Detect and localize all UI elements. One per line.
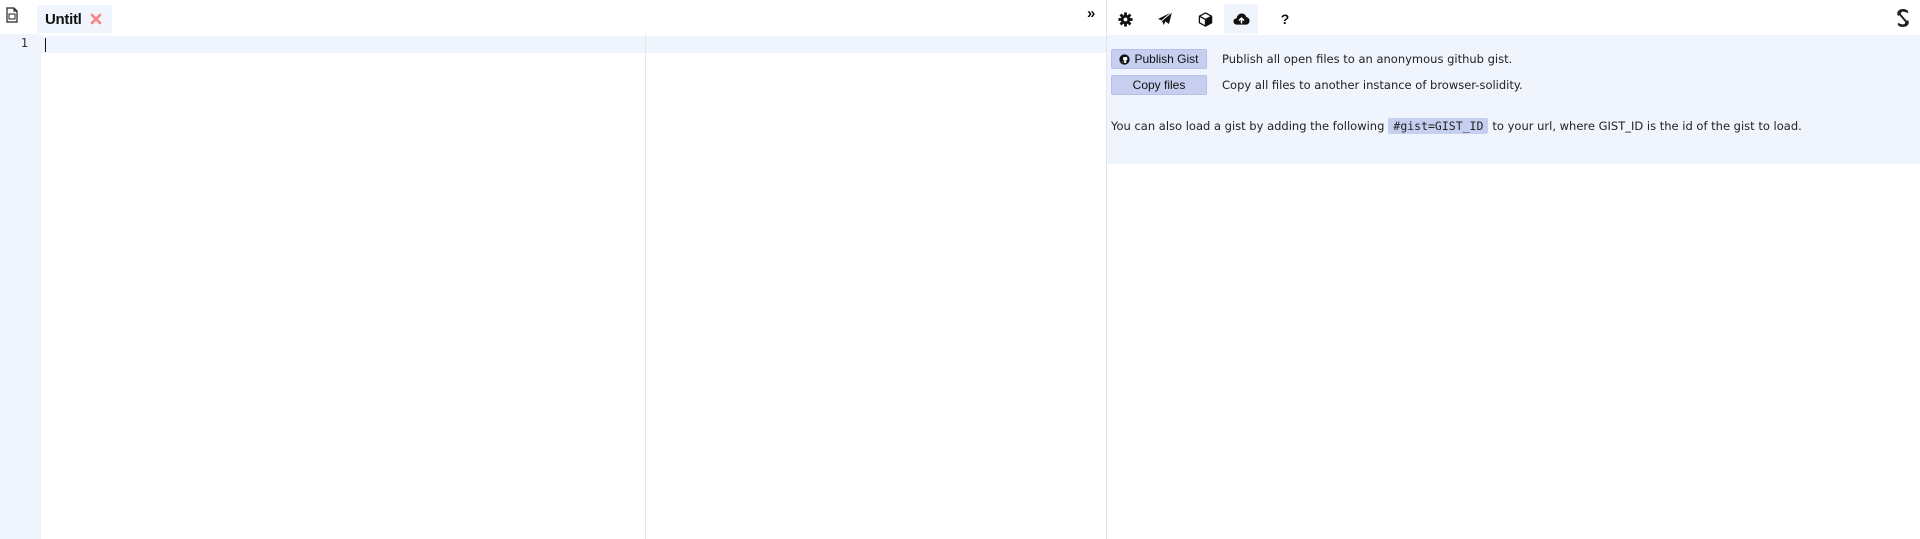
- cube-icon: [1198, 11, 1212, 27]
- publish-gist-row: Publish Gist Publish all open files to a…: [1111, 49, 1512, 69]
- close-icon[interactable]: [90, 13, 102, 25]
- copy-files-row: Copy files Copy all files to another ins…: [1111, 75, 1523, 95]
- copy-files-label: Copy files: [1132, 78, 1186, 92]
- question-icon: ?: [1280, 11, 1290, 27]
- cloud-upload-icon: [1232, 13, 1250, 25]
- file-tab-name: Untitl: [45, 10, 82, 28]
- run-tab[interactable]: [1148, 4, 1182, 34]
- collapse-panel-button[interactable]: »: [1087, 6, 1095, 22]
- text-cursor: [45, 38, 46, 52]
- file-document-icon[interactable]: [5, 7, 19, 23]
- active-line-highlight: [41, 36, 1106, 53]
- line-number: 1: [20, 36, 28, 50]
- copy-files-button[interactable]: Copy files: [1111, 75, 1207, 95]
- gist-info-prefix: You can also load a gist by adding the f…: [1111, 119, 1385, 133]
- line-gutter: [0, 34, 41, 539]
- gear-icon: [1117, 11, 1133, 27]
- file-tab[interactable]: Untitl: [37, 5, 112, 33]
- paper-plane-icon: [1158, 11, 1173, 25]
- files-tab[interactable]: [1224, 4, 1258, 34]
- settings-tab[interactable]: [1108, 4, 1142, 34]
- files-panel: Publish Gist Publish all open files to a…: [1107, 35, 1920, 164]
- file-tabbar: Untitl »: [0, 0, 1106, 34]
- compile-tab[interactable]: [1188, 4, 1222, 34]
- panel-toolbar: ?: [1107, 0, 1920, 34]
- print-margin: [645, 34, 646, 539]
- editor-area: Untitl » 1: [0, 0, 1106, 539]
- publish-gist-label: Publish Gist: [1134, 52, 1199, 66]
- right-panel: ? Publish Gist Publish all open files to…: [1106, 0, 1920, 539]
- publish-gist-description: Publish all open files to an anonymous g…: [1222, 52, 1513, 66]
- gist-info-suffix: to your url, where GIST_ID is the id of …: [1492, 119, 1802, 133]
- browser-solidity-logo-icon: [1897, 9, 1909, 27]
- publish-gist-button[interactable]: Publish Gist: [1111, 49, 1207, 69]
- gist-load-info: You can also load a gist by adding the f…: [1111, 118, 1802, 134]
- gist-url-code: #gist=GIST_ID: [1388, 118, 1489, 134]
- copy-files-description: Copy all files to another instance of br…: [1222, 78, 1523, 92]
- github-icon: [1119, 53, 1131, 65]
- help-tab[interactable]: ?: [1268, 4, 1302, 34]
